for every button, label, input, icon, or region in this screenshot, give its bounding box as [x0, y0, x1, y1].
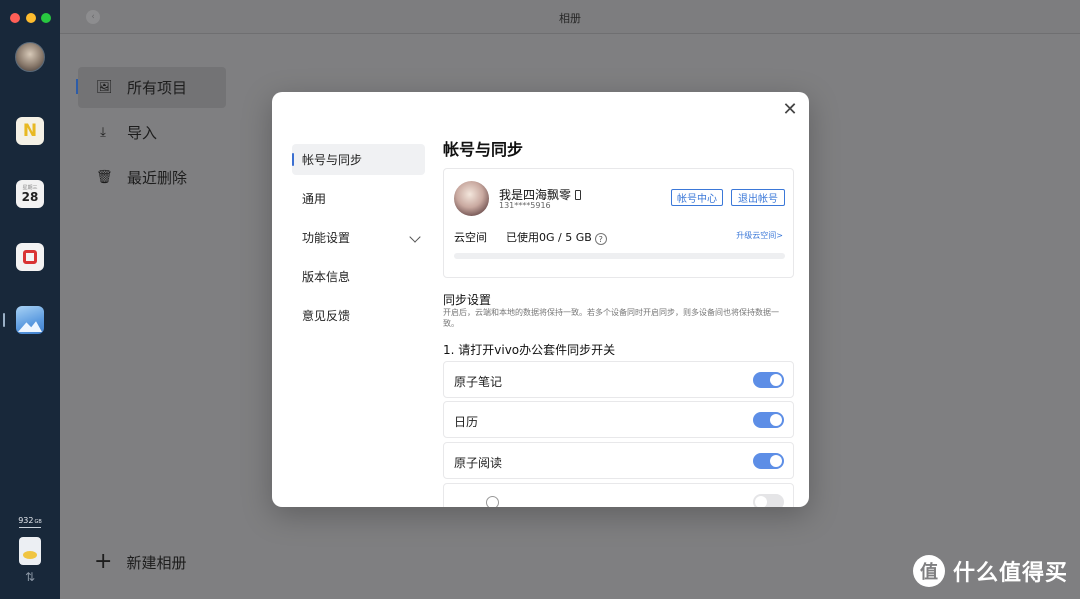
storage-divider: [19, 527, 41, 528]
cloud-usage-text: 已使用0G / 5 GB: [506, 231, 592, 244]
storage-unit: GB: [34, 519, 42, 525]
watermark-text: 什么值得买: [952, 561, 1068, 586]
notes-app-letter: N: [22, 121, 38, 141]
image-icon: 🖼: [96, 80, 113, 95]
titlebar: ‹ 相册: [60, 0, 1080, 34]
sidebar-item-import[interactable]: ⤓ 导入: [78, 112, 226, 153]
settings-nav-label: 意见反馈: [302, 309, 351, 323]
trash-icon: 🗑: [96, 170, 113, 185]
cloud-space-label: 云空间: [454, 231, 487, 244]
phone-icon: [575, 190, 582, 200]
sidebar-item-label: 所有项目: [127, 79, 188, 97]
sync-toggle-row-notes: 原子笔记: [443, 361, 794, 398]
sync-arrows-icon[interactable]: ⇅: [0, 570, 60, 584]
cloud-usage: 已使用0G / 5 GB?: [506, 229, 607, 245]
sync-step-title: 1. 请打开vivo办公套件同步开关: [443, 343, 616, 357]
help-icon[interactable]: ?: [594, 233, 607, 245]
account-card: 我是四海飘零 131****5916 帐号中心 退出帐号 云空间 已使用0G /…: [443, 168, 794, 278]
settings-nav-label: 功能设置: [302, 231, 351, 245]
minimize-window-button[interactable]: [26, 13, 36, 23]
sync-toggle-row-calendar: 日历: [443, 401, 794, 438]
new-album-button[interactable]: + 新建相册: [94, 551, 186, 573]
sidebar-item-all[interactable]: 🖼 所有项目: [78, 67, 226, 108]
reader-app-glyph: [23, 250, 37, 264]
sync-toggle-row-partial: [443, 483, 794, 507]
sync-toggle-row-reader: 原子阅读: [443, 442, 794, 479]
account-name-text: 我是四海飘零: [499, 188, 572, 202]
window-title: 相册: [559, 12, 581, 25]
cloud-usage-bar: [454, 253, 785, 259]
settings-nav-label: 通用: [302, 192, 327, 206]
settings-nav: 帐号与同步 通用 功能设置 版本信息 意见反馈: [292, 144, 425, 339]
settings-nav-features[interactable]: 功能设置: [292, 222, 425, 253]
notes-app-icon[interactable]: N: [16, 117, 44, 145]
new-album-label: 新建相册: [126, 553, 187, 572]
settings-nav-account-sync[interactable]: 帐号与同步: [292, 144, 425, 175]
storage-drive-icon[interactable]: [19, 537, 41, 565]
watermark-logo: 值: [912, 555, 945, 587]
watermark: 值 什么值得买: [912, 555, 1068, 587]
plus-icon: +: [94, 549, 113, 574]
sync-toggle-label: 日历: [454, 415, 479, 429]
help-icon[interactable]: [486, 496, 499, 507]
close-window-button[interactable]: [10, 13, 20, 23]
sync-settings-title: 同步设置: [443, 293, 492, 307]
active-app-indicator: [3, 313, 5, 327]
download-icon: ⤓: [100, 125, 106, 140]
sidebar-item-label: 导入: [127, 124, 158, 142]
reader-app-icon[interactable]: [16, 243, 44, 271]
photos-mountain-glyph: [18, 321, 42, 332]
calendar-day: 28: [21, 189, 39, 204]
notes-sync-switch[interactable]: [753, 372, 784, 388]
upgrade-cloud-link[interactable]: 升级云空间>: [736, 230, 783, 241]
calendar-app-icon[interactable]: 星期三 28: [16, 180, 44, 208]
account-center-button[interactable]: 帐号中心: [671, 189, 723, 206]
storage-readout: 932GB: [0, 516, 60, 525]
photos-app-icon[interactable]: [16, 306, 44, 334]
settings-dialog: ✕ 帐号与同步 通用 功能设置 版本信息 意见反馈 帐号与同步 我是四海飘零 1…: [272, 92, 809, 507]
reader-sync-switch[interactable]: [753, 453, 784, 469]
settings-nav-label: 帐号与同步: [302, 153, 363, 167]
sidebar-item-recently-deleted[interactable]: 🗑 最近删除: [78, 157, 226, 198]
account-phone: 131****5916: [499, 201, 551, 210]
settings-heading: 帐号与同步: [443, 140, 524, 159]
sidebar-item-label: 最近删除: [127, 169, 188, 187]
calendar-sync-switch[interactable]: [753, 412, 784, 428]
settings-content: 帐号与同步 我是四海飘零 131****5916 帐号中心 退出帐号 云空间 已…: [443, 92, 794, 507]
dock: N 星期三 28 932GB ⇅: [0, 0, 60, 599]
account-avatar: [454, 181, 489, 216]
settings-nav-feedback[interactable]: 意见反馈: [292, 300, 425, 331]
sync-toggle-label: 原子笔记: [454, 375, 503, 389]
sync-toggle-label: 原子阅读: [454, 456, 503, 470]
partial-sync-switch[interactable]: [753, 494, 784, 507]
logout-button[interactable]: 退出帐号: [731, 189, 785, 206]
settings-nav-version[interactable]: 版本信息: [292, 261, 425, 292]
user-avatar[interactable]: [15, 42, 45, 72]
sync-settings-description: 开启后，云端和本地的数据将保持一致。若多个设备同时开启同步，则多设备间也将保持数…: [443, 308, 779, 328]
zoom-window-button[interactable]: [41, 13, 51, 23]
storage-value: 932: [18, 516, 34, 525]
settings-nav-general[interactable]: 通用: [292, 183, 425, 214]
settings-nav-label: 版本信息: [302, 270, 351, 284]
chevron-down-icon: [409, 231, 421, 243]
